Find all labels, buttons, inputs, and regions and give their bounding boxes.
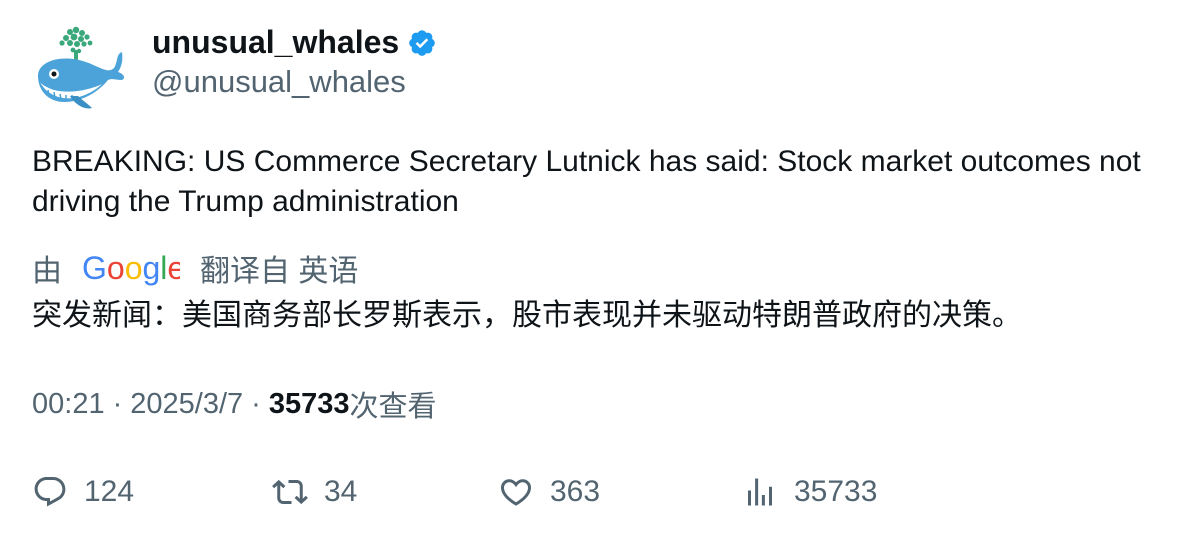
translation-prefix: 由 xyxy=(32,255,62,288)
verified-badge-icon xyxy=(409,30,435,56)
views-button[interactable]: 35733 xyxy=(742,470,877,514)
whale-logo-icon[interactable] xyxy=(30,24,126,114)
display-name[interactable]: unusual_whales xyxy=(152,24,399,61)
tweet-date[interactable]: 2025/3/7 xyxy=(130,388,243,421)
reply-icon xyxy=(34,477,66,507)
tweet-time[interactable]: 00:21 xyxy=(32,388,105,421)
like-count: 363 xyxy=(550,475,601,508)
user-handle[interactable]: @unusual_whales xyxy=(152,64,437,100)
action-bar: 124 34 363 35733 xyxy=(32,470,1132,514)
google-logo-icon: Google xyxy=(82,250,180,286)
translation-attribution[interactable]: 由 Google 翻译自 英语 xyxy=(32,246,358,290)
meta-separator: · xyxy=(251,387,261,420)
tweet-card: unusual_whales @unusual_whales BREAKING:… xyxy=(0,0,1196,538)
views-action-count: 35733 xyxy=(794,475,878,508)
user-info: unusual_whales @unusual_whales xyxy=(152,20,437,100)
translated-text: 突发新闻：美国商务部长罗斯表示，股市表现并未驱动特朗普政府的决策。 xyxy=(32,299,1022,332)
reply-button[interactable]: 124 xyxy=(32,470,134,514)
views-label: 次查看 xyxy=(349,391,437,423)
retweet-count: 34 xyxy=(324,475,358,508)
translation-suffix: 翻译自 英语 xyxy=(200,255,359,288)
views-count: 35733 xyxy=(268,387,350,420)
meta-separator: · xyxy=(112,387,123,420)
reply-count: 124 xyxy=(84,475,135,508)
heart-icon xyxy=(500,479,532,506)
retweet-icon xyxy=(272,479,308,505)
tweet-meta: 00:21 · 2025/3/7 · 35733 次查看 xyxy=(32,384,436,424)
svg-text:Google: Google xyxy=(82,250,180,286)
display-name-row: unusual_whales xyxy=(152,20,437,64)
retweet-button[interactable]: 34 xyxy=(272,470,357,514)
like-button[interactable]: 363 xyxy=(498,470,600,514)
tweet-text: BREAKING: US Commerce Secretary Lutnick … xyxy=(32,145,1141,218)
analytics-icon xyxy=(748,478,772,506)
